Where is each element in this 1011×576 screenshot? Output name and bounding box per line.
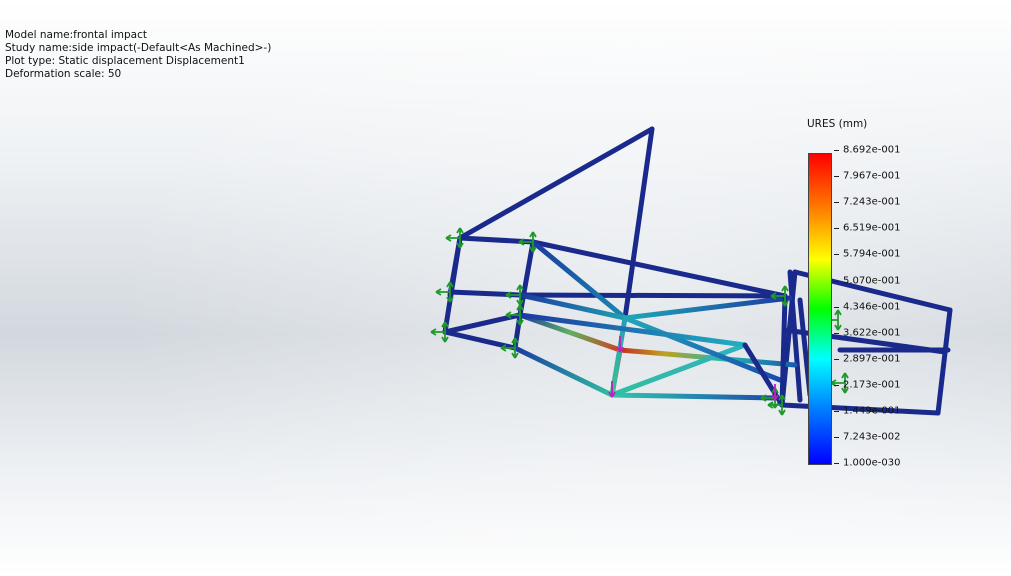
frame-tube [622,126,655,321]
frame-tube [512,345,615,398]
frame-tube [622,295,793,321]
legend-label: 8.692e-001 [843,144,901,156]
frame-tube [517,239,536,318]
frame-tube [517,292,788,299]
study-info-block: Model name:frontal impact Study name:sid… [5,29,271,81]
legend-title: URES (mm) [807,118,868,130]
legend-tick-mark [834,463,839,465]
frame-tube [622,315,783,383]
legend-tick-mark [834,202,839,204]
legend-label: 1.449e-001 [843,405,901,417]
legend-label: 4.346e-001 [843,301,901,313]
legend-tick-mark [834,228,839,230]
legend-tick-mark [834,437,839,439]
legend-label: 5.070e-001 [843,275,901,286]
legend-label: 6.519e-001 [843,222,901,234]
deformation-scale-text: Deformation scale: 50 [5,68,122,80]
legend-label: 7.243e-001 [843,196,901,208]
legend-tick-mark [834,411,839,412]
legend-label: 2.897e-001 [843,353,901,365]
legend-label: 3.622e-001 [843,327,901,339]
frame-tube [609,392,778,401]
legend-tick-mark [834,306,839,308]
frame-tube [779,293,788,408]
legend-tick-mark [834,358,839,360]
color-legend: URES (mm) 8.692e-001 7.967e-001 7.243e-001… [800,116,920,476]
legend-tick-mark [834,150,839,151]
frame-tube [457,126,655,241]
study-name-text: Study name:side impact(-Default<As Machi… [5,42,272,54]
legend-color-bar [808,153,832,465]
legend-tick-mark [834,254,839,256]
legend-tick-mark [834,384,839,386]
legend-label: 2.173e-001 [843,379,901,391]
legend-label: 7.967e-001 [843,170,901,182]
frame-tube [935,307,953,416]
legend-tick-mark [834,176,839,178]
legend-label: 1.000e-030 [843,457,901,469]
frame-tube [530,239,788,299]
legend-label: 7.243e-002 [843,431,901,443]
legend-tick-mark [834,332,839,334]
legend-label: 5.794e-001 [843,248,901,260]
graphics-viewport[interactable]: Model name:frontal impact Study name:sid… [0,0,1011,576]
legend-tick-mark [834,280,839,282]
plot-type-text: Plot type: Static displacement Displacem… [5,55,245,67]
model-name-text: Model name:frontal impact [5,29,147,41]
